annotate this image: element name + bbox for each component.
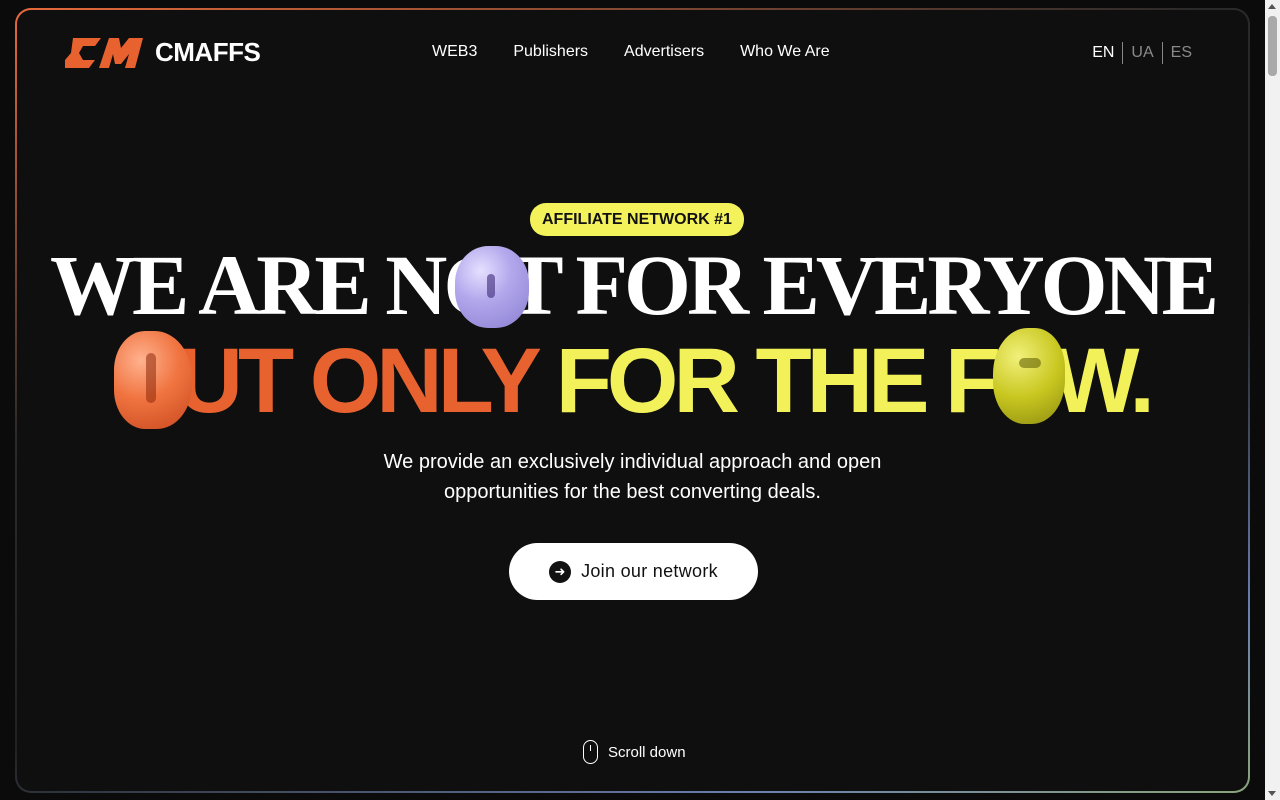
lang-ua[interactable]: UA bbox=[1123, 44, 1161, 62]
mouse-icon bbox=[583, 740, 598, 764]
inflated-letter-b-decoration bbox=[114, 331, 192, 429]
nav-item-who-we-are[interactable]: Who We Are bbox=[740, 43, 830, 61]
brand-name: CMAFFS bbox=[155, 37, 261, 67]
brand-logo[interactable]: CMAFFS bbox=[65, 37, 261, 68]
inflated-letter-o-decoration bbox=[455, 246, 529, 328]
headline-line-1: WE ARE NOT FOR EVERYONE bbox=[50, 237, 1219, 333]
main-nav: WEB3 Publishers Advertisers Who We Are bbox=[432, 43, 830, 61]
join-network-label: Join our network bbox=[581, 561, 718, 581]
scroll-down-indicator[interactable]: Scroll down bbox=[583, 740, 686, 764]
scroll-down-label: Scroll down bbox=[608, 743, 686, 761]
nav-item-web3[interactable]: WEB3 bbox=[432, 43, 477, 61]
language-switcher: EN UA ES bbox=[1084, 42, 1200, 64]
scroll-down-arrow-icon[interactable] bbox=[1268, 791, 1276, 796]
page-scrollbar[interactable] bbox=[1265, 0, 1280, 800]
cm-logo-icon bbox=[65, 37, 143, 68]
lang-es[interactable]: ES bbox=[1163, 44, 1200, 62]
scrollbar-thumb[interactable] bbox=[1268, 16, 1277, 76]
inflated-letter-e-decoration bbox=[993, 328, 1065, 424]
hero-frame: CMAFFS WEB3 Publishers Advertisers Who W… bbox=[15, 8, 1250, 793]
hero-description: We provide an exclusively individual app… bbox=[17, 447, 1248, 507]
nav-item-publishers[interactable]: Publishers bbox=[513, 43, 588, 61]
hero-badge: AFFILIATE NETWORK #1 bbox=[530, 203, 744, 236]
nav-item-advertisers[interactable]: Advertisers bbox=[624, 43, 704, 61]
join-network-button[interactable]: ➜ Join our network bbox=[509, 543, 758, 600]
scroll-up-arrow-icon[interactable] bbox=[1268, 4, 1276, 9]
arrow-right-icon: ➜ bbox=[549, 560, 572, 583]
lang-en[interactable]: EN bbox=[1084, 44, 1122, 62]
hero-description-line-2: opportunities for the best converting de… bbox=[444, 481, 821, 503]
hero-description-line-1: We provide an exclusively individual app… bbox=[383, 451, 882, 473]
